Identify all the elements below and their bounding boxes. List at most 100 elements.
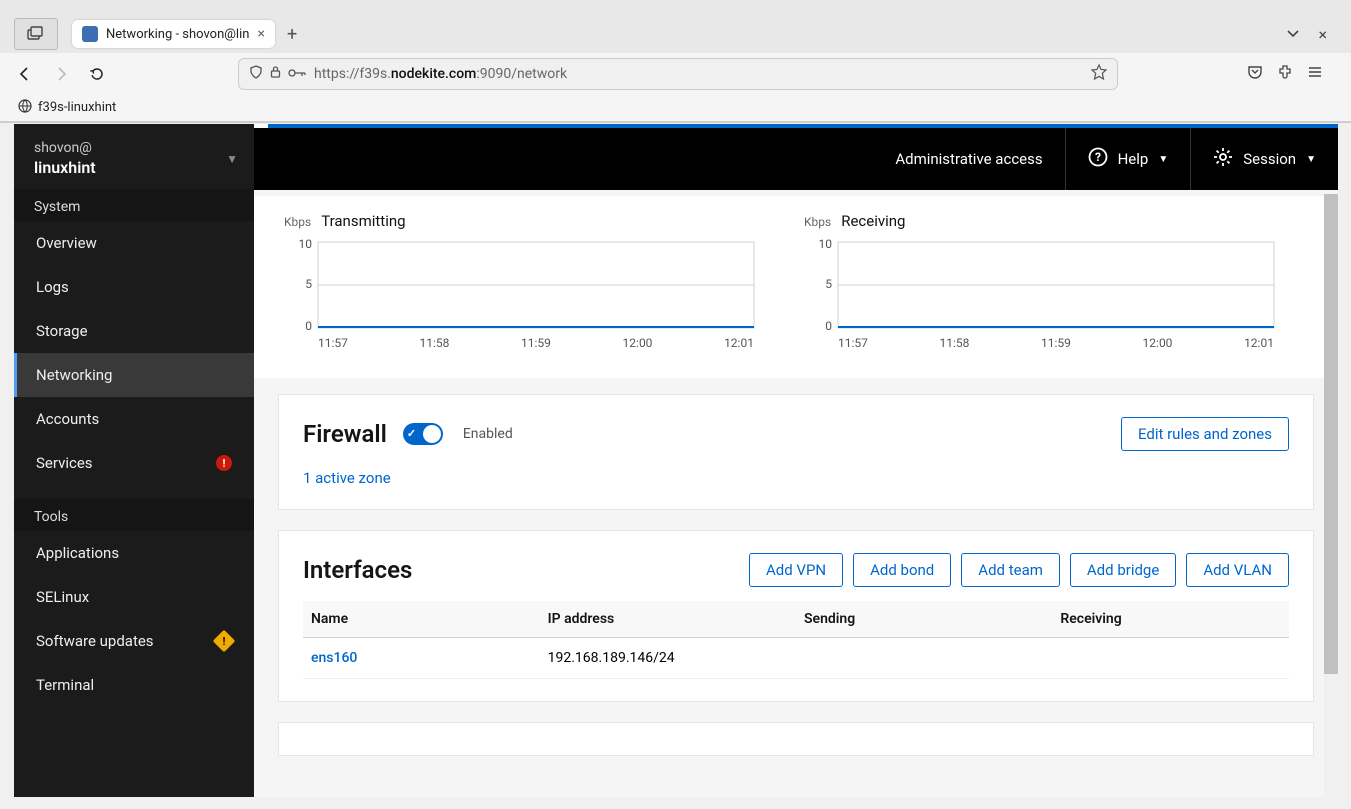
ytick-label: 10: [299, 237, 313, 251]
check-icon: ✓: [407, 427, 416, 440]
chart-ylabel: Kbps: [284, 215, 311, 229]
table-row[interactable]: ens160 192.168.189.146/24: [303, 638, 1289, 679]
topbar-label: Administrative access: [895, 150, 1042, 168]
session-dropdown[interactable]: Session ▼: [1190, 128, 1338, 190]
col-receiving: Receiving: [1052, 601, 1289, 638]
sidebar-item-label: Applications: [36, 544, 119, 562]
sidebar-item-accounts[interactable]: Accounts: [14, 397, 254, 441]
back-button[interactable]: [10, 59, 40, 89]
scrollbar-thumb[interactable]: [1324, 194, 1338, 674]
sidebar-item-overview[interactable]: Overview: [14, 221, 254, 265]
window-close-icon[interactable]: ×: [1318, 25, 1327, 44]
bookmarks-bar: f39s-linuxhint: [0, 94, 1351, 122]
add-vpn-button[interactable]: Add VPN: [749, 553, 843, 587]
interfaces-table: Name IP address Sending Receiving ens160…: [303, 601, 1289, 679]
tab-title: Networking - shovon@lin: [106, 27, 249, 42]
firewall-toggle[interactable]: ✓: [403, 423, 443, 445]
xtick-label: 11:58: [420, 336, 450, 350]
sidebar-item-services[interactable]: Services!: [14, 441, 254, 485]
sidebar-item-selinux[interactable]: SELinux: [14, 575, 254, 619]
caret-down-icon: ▼: [1158, 154, 1168, 165]
sidebar: shovon@ linuxhint ▼ System Overview Logs…: [14, 124, 254, 797]
sidebar-item-label: SELinux: [36, 588, 89, 606]
sidebar-item-label: Networking: [36, 366, 112, 384]
ytick-label: 5: [305, 277, 312, 291]
table-header-row: Name IP address Sending Receiving: [303, 601, 1289, 638]
recent-tabs-button[interactable]: [14, 18, 58, 50]
edit-rules-button[interactable]: Edit rules and zones: [1121, 417, 1289, 451]
browser-tab[interactable]: Networking - shovon@lin ×: [72, 20, 275, 48]
window-title-bar: [0, 0, 1351, 15]
col-sending: Sending: [796, 601, 1052, 638]
add-team-button[interactable]: Add team: [961, 553, 1060, 587]
bookmark-item[interactable]: f39s-linuxhint: [38, 100, 116, 115]
sidebar-item-storage[interactable]: Storage: [14, 309, 254, 353]
extensions-icon[interactable]: [1277, 64, 1293, 84]
chart-xaxis: 11:57 11:58 11:59 12:00 12:01: [278, 334, 754, 350]
caret-down-icon: ▼: [1306, 154, 1316, 165]
chart-svg: 10 5 0: [278, 234, 758, 334]
sidebar-item-label: Terminal: [36, 676, 94, 694]
chart-receiving: Kbps Receiving 10 5 0 11:57 11:58: [798, 212, 1278, 350]
url-prefix: https://f39s.: [314, 66, 391, 82]
content-scroll[interactable]: Kbps Transmitting 10 5 0 11:57 11:58: [254, 190, 1338, 797]
topbar-label: Session: [1243, 150, 1296, 168]
xtick-label: 11:57: [838, 336, 868, 350]
sidebar-host-name: linuxhint: [34, 158, 234, 177]
network-logs-card-partial: [278, 722, 1314, 756]
scrollbar-track[interactable]: [1324, 194, 1338, 797]
shield-icon: [249, 65, 263, 83]
pocket-icon[interactable]: [1247, 64, 1263, 84]
url-suffix: :9090/network: [476, 66, 567, 82]
xtick-label: 12:01: [1244, 336, 1274, 350]
reload-button[interactable]: [82, 59, 112, 89]
main-panel: Administrative access ? Help ▼ Session ▼…: [254, 128, 1338, 797]
sidebar-item-networking[interactable]: Networking: [14, 353, 254, 397]
active-zone-link[interactable]: 1 active zone: [303, 469, 391, 487]
add-vlan-button[interactable]: Add VLAN: [1186, 553, 1289, 587]
add-bridge-button[interactable]: Add bridge: [1070, 553, 1176, 587]
add-bond-button[interactable]: Add bond: [853, 553, 951, 587]
sidebar-item-label: Services: [36, 454, 93, 472]
col-ip: IP address: [540, 601, 796, 638]
xtick-label: 12:00: [623, 336, 653, 350]
svg-text:?: ?: [1095, 150, 1101, 164]
tabs-dropdown-icon[interactable]: [1286, 25, 1300, 44]
interfaces-title: Interfaces: [303, 556, 412, 584]
bookmark-star-icon[interactable]: [1091, 64, 1107, 84]
sidebar-section-tools: Tools: [14, 499, 254, 531]
caret-down-icon: ▼: [226, 152, 238, 166]
key-icon: [288, 66, 306, 82]
forward-button[interactable]: [46, 59, 76, 89]
ytick-label: 0: [305, 319, 312, 333]
sidebar-item-logs[interactable]: Logs: [14, 265, 254, 309]
interface-receiving: [1052, 638, 1289, 679]
interface-link[interactable]: ens160: [311, 650, 357, 666]
administrative-access-button[interactable]: Administrative access: [873, 128, 1064, 190]
ytick-label: 10: [819, 237, 833, 251]
xtick-label: 11:57: [318, 336, 348, 350]
new-tab-button[interactable]: +: [287, 24, 297, 45]
sidebar-item-applications[interactable]: Applications: [14, 531, 254, 575]
sidebar-user-dropdown[interactable]: shovon@ linuxhint ▼: [14, 124, 254, 189]
firewall-status-label: Enabled: [463, 426, 513, 442]
sidebar-item-software-updates[interactable]: Software updates!: [14, 619, 254, 663]
xtick-label: 11:59: [1041, 336, 1071, 350]
chart-transmitting: Kbps Transmitting 10 5 0 11:57 11:58: [278, 212, 758, 350]
menu-icon[interactable]: [1307, 64, 1323, 84]
url-bar[interactable]: https://f39s.nodekite.com:9090/network: [238, 58, 1118, 90]
chart-title: Transmitting: [321, 212, 405, 230]
browser-chrome: Networking - shovon@lin × + × https://f3…: [0, 0, 1351, 123]
tab-close-icon[interactable]: ×: [257, 26, 264, 42]
sidebar-item-label: Logs: [36, 278, 69, 296]
cockpit-favicon-icon: [82, 26, 98, 42]
xtick-label: 12:01: [724, 336, 754, 350]
url-host: nodekite.com: [391, 66, 477, 82]
interface-ip: 192.168.189.146/24: [540, 638, 796, 679]
sidebar-item-terminal[interactable]: Terminal: [14, 663, 254, 707]
xtick-label: 11:58: [940, 336, 970, 350]
interfaces-actions: Add VPN Add bond Add team Add bridge Add…: [749, 553, 1289, 587]
interface-sending: [796, 638, 1052, 679]
topbar-label: Help: [1118, 150, 1149, 168]
help-dropdown[interactable]: ? Help ▼: [1065, 128, 1191, 190]
